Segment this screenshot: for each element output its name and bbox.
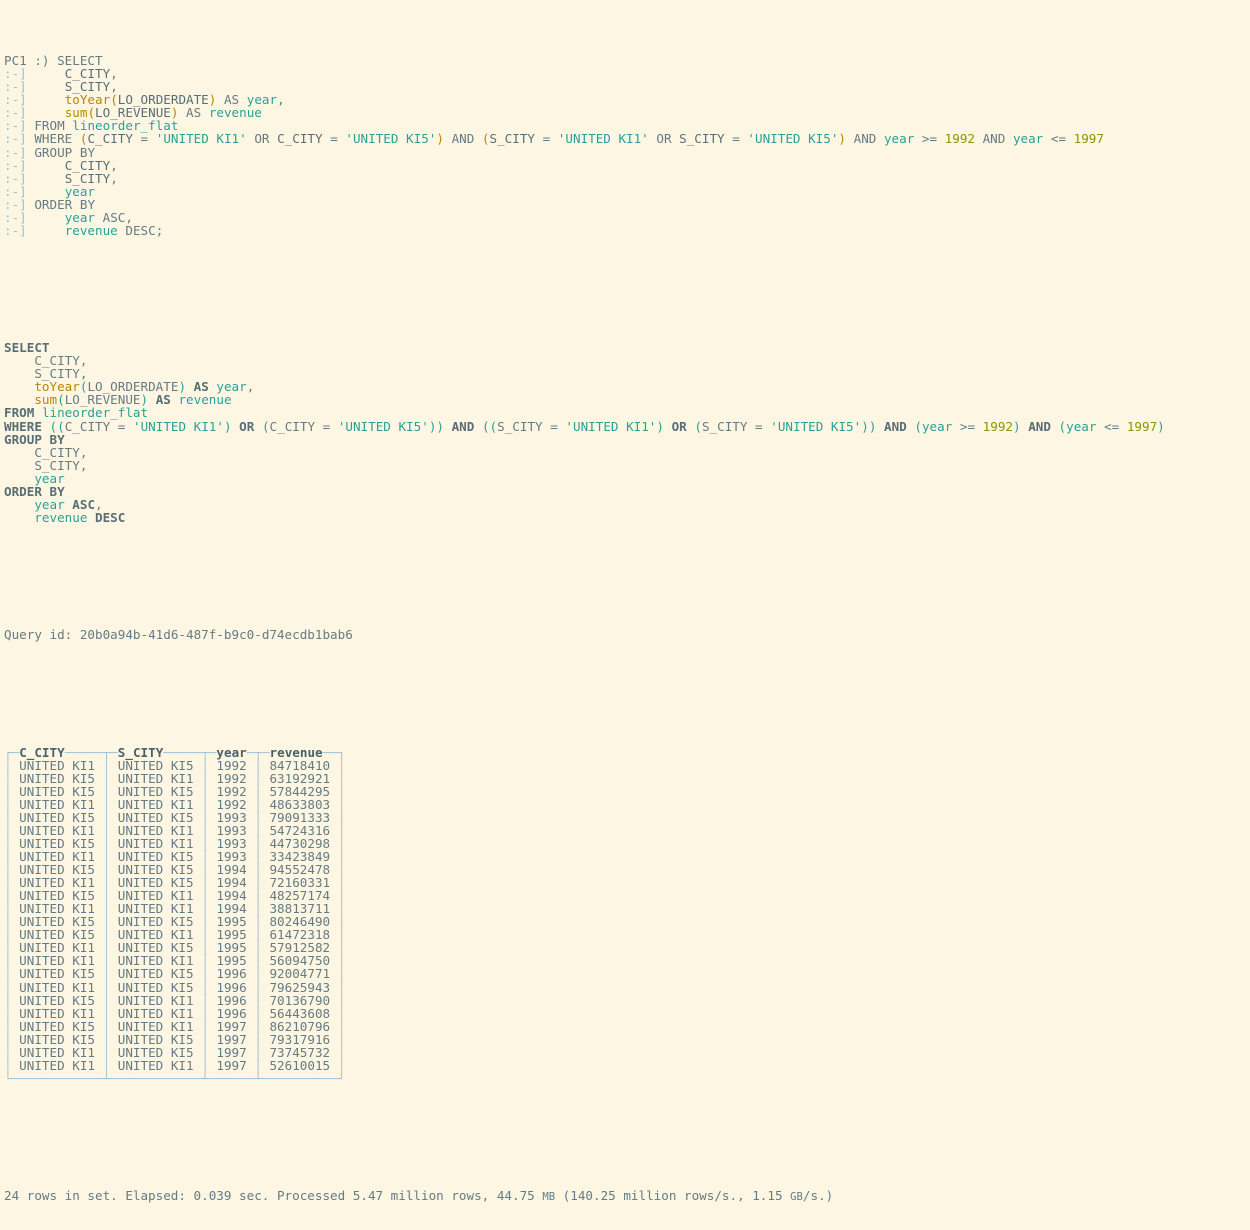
continuation-line: :-] revenue DESC; xyxy=(4,224,1250,237)
continuation-prompt: :-] xyxy=(4,222,27,238)
size-unit: GB xyxy=(790,1191,803,1204)
formatted-query-line: WHERE ((C_CITY = 'UNITED KI1') OR (C_CIT… xyxy=(4,418,1165,434)
continuation-line: :-] C_CITY, xyxy=(4,159,1250,172)
size-unit: MB xyxy=(542,1191,556,1204)
formatted-query-line: ORDER BY xyxy=(4,483,65,499)
query-id-label: Query id: xyxy=(4,627,73,643)
query-id-line: Query id: 20b0a94b-41d6-487f-b9c0-d74ecd… xyxy=(4,628,1250,641)
prompt-line: PC1 :) SELECT xyxy=(4,54,1250,67)
formatted-query-line: C_CITY, xyxy=(34,353,88,369)
continuation-line: :-] sum(LO_REVENUE) AS revenue xyxy=(4,106,1250,119)
continuation-line: :-] GROUP BY xyxy=(4,145,1250,159)
formatted-query-line: S_CITY, xyxy=(34,457,88,473)
continuation-line: :-] year xyxy=(4,185,1250,198)
input-query-block: PC1 :) SELECT:-] C_CITY,:-] S_CITY,:-] t… xyxy=(4,54,1250,237)
formatted-query-line: GROUP BY xyxy=(4,431,65,447)
formatted-query-line: sum(LO_REVENUE) AS revenue xyxy=(34,392,232,408)
formatted-query-line: SELECT xyxy=(4,340,50,356)
formatted-query-line: year ASC, xyxy=(34,496,103,512)
status-line: 24 rows in set. Elapsed: 0.039 sec. Proc… xyxy=(4,1188,834,1204)
terminal-output: PC1 :) SELECT:-] C_CITY,:-] S_CITY,:-] t… xyxy=(0,0,1250,1230)
continuation-line: :-] year ASC, xyxy=(4,211,1250,224)
formatted-query-line: revenue DESC xyxy=(34,509,126,525)
continuation-line: :-] S_CITY, xyxy=(4,172,1250,185)
formatted-query-line: year xyxy=(34,470,65,486)
query-text: revenue DESC; xyxy=(64,222,164,238)
table-bottom-border: └────────────┴────────────┴──────┴──────… xyxy=(4,1070,346,1086)
continuation-line: :-] ORDER BY xyxy=(4,198,1250,211)
continuation-line: :-] WHERE (C_CITY = 'UNITED KI1' OR C_CI… xyxy=(4,132,1250,145)
continuation-line: :-] C_CITY, xyxy=(4,67,1250,80)
formatted-query-line: C_CITY, xyxy=(34,444,88,460)
query-id-value: 20b0a94b-41d6-487f-b9c0-d74ecdb1bab6 xyxy=(79,627,353,643)
result-table: ┌─C_CITY─────┬─S_CITY─────┬─year─┬─reven… xyxy=(4,746,1250,1085)
formatted-query-block: SELECT C_CITY, S_CITY, toYear(LO_ORDERDA… xyxy=(4,341,1250,524)
query-text: WHERE (C_CITY = 'UNITED KI1' OR C_CITY =… xyxy=(34,131,1104,147)
